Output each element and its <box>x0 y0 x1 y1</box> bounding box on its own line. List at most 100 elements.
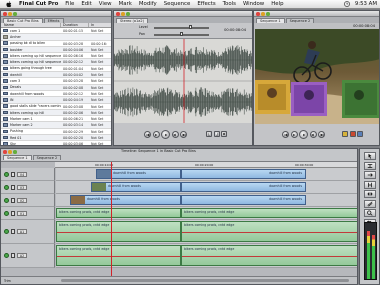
clock-icon[interactable] <box>343 1 350 7</box>
menu-view[interactable]: View <box>99 1 112 7</box>
audio-waveform[interactable] <box>114 39 252 123</box>
minimize-icon[interactable] <box>121 12 125 16</box>
zoom-icon[interactable] <box>13 12 17 16</box>
previous-edit-icon[interactable] <box>144 131 151 138</box>
track-lane[interactable]: bikers coming prods, cntd edge bikers com… <box>56 207 357 220</box>
audio-clip[interactable]: bikers coming prods, cntd edge <box>56 221 181 242</box>
track-select-tool-icon[interactable] <box>363 171 376 179</box>
menu-mark[interactable]: Mark <box>119 1 132 7</box>
track-lock-icon[interactable] <box>11 197 15 203</box>
close-icon[interactable] <box>3 12 7 16</box>
track-lock-icon[interactable] <box>11 229 15 234</box>
audio-level-line[interactable] <box>57 256 180 258</box>
replace-icon[interactable] <box>357 131 363 137</box>
tab-sequence-1[interactable]: Sequence 1 <box>3 155 32 160</box>
column-in[interactable]: In <box>89 23 111 27</box>
edit-select-tool-icon[interactable] <box>363 161 376 170</box>
selection-tool-icon[interactable] <box>363 152 376 160</box>
canvas-timecode[interactable]: 00:00:08:04 <box>353 24 375 28</box>
play-in-out-icon[interactable] <box>290 131 298 138</box>
canvas-titlebar[interactable] <box>254 11 379 17</box>
previous-edit-icon[interactable] <box>282 131 289 138</box>
video-clip[interactable]: downhill from woods <box>181 169 306 179</box>
mark-out-icon[interactable] <box>213 131 220 137</box>
track-name[interactable]: V3 <box>17 184 27 190</box>
track-lock-icon[interactable] <box>11 253 15 258</box>
viewer-timecode[interactable]: 00:00:08:04 <box>224 28 246 32</box>
track-visibility-icon[interactable] <box>4 171 9 177</box>
track-lane[interactable]: downhill from woods downhill from woods <box>56 181 357 194</box>
tab-sequence-1[interactable]: Sequence 1 <box>256 18 285 23</box>
track-visibility-icon[interactable] <box>4 253 9 258</box>
track-visibility-icon[interactable] <box>4 210 9 216</box>
playhead[interactable] <box>111 162 112 276</box>
zoom-icon[interactable] <box>126 12 130 16</box>
zoom-icon[interactable] <box>13 150 17 154</box>
video-clip[interactable]: downhill from woods <box>181 182 306 192</box>
track-lock-icon[interactable] <box>11 184 15 190</box>
track-name[interactable]: V2 <box>17 197 27 203</box>
razor-tool-icon[interactable] <box>363 199 376 208</box>
menu-tools[interactable]: Tools <box>223 1 236 7</box>
menu-edit[interactable]: Edit <box>81 1 91 7</box>
track-lane[interactable]: downhill from woods downhill from woods <box>56 194 357 207</box>
menu-modify[interactable]: Modify <box>139 1 157 7</box>
audio-clip[interactable]: bikers coming prods, cntd edge <box>56 245 181 266</box>
audio-level-line[interactable] <box>57 232 180 234</box>
overwrite-icon[interactable] <box>342 131 348 137</box>
pan-slider-knob[interactable] <box>180 32 183 36</box>
track-lane[interactable]: bikers coming prods, cntd edge bikers com… <box>56 220 357 244</box>
video-clip[interactable]: downhill from woods <box>181 195 306 205</box>
menu-app-name[interactable]: Final Cut Pro <box>19 1 58 7</box>
track-visibility-icon[interactable] <box>4 229 9 234</box>
zoom-icon[interactable] <box>266 12 270 16</box>
audio-level-line[interactable] <box>182 256 357 258</box>
close-icon[interactable] <box>256 12 260 16</box>
track-name[interactable]: A1 <box>17 229 27 234</box>
minimize-icon[interactable] <box>261 12 265 16</box>
audio-level-line[interactable] <box>182 232 357 234</box>
track-lane[interactable]: downhill from woods downhill from woods <box>56 168 357 181</box>
play-button[interactable] <box>299 130 308 139</box>
track-name[interactable]: A2 <box>17 253 27 258</box>
apple-menu-icon[interactable] <box>5 0 13 8</box>
close-icon[interactable] <box>3 150 7 154</box>
track-visibility-icon[interactable] <box>4 184 9 190</box>
video-clip[interactable]: bikers coming prods, cntd edge <box>56 208 181 218</box>
slip-tool-icon[interactable] <box>363 190 376 198</box>
close-icon[interactable] <box>116 12 120 16</box>
menubar-clock[interactable]: 9:53 AM <box>355 1 377 7</box>
track-lock-icon[interactable] <box>11 171 15 177</box>
play-around-icon[interactable] <box>171 131 179 138</box>
column-duration[interactable]: Duration <box>61 23 89 27</box>
roll-tool-icon[interactable] <box>363 180 376 189</box>
video-clip[interactable]: downhill from woods <box>96 169 181 179</box>
next-edit-icon[interactable] <box>180 131 187 138</box>
play-button[interactable] <box>161 130 170 139</box>
marker-icon[interactable] <box>221 131 227 137</box>
track-visibility-icon[interactable] <box>4 197 9 203</box>
video-clip[interactable]: downhill from woods <box>70 195 181 205</box>
audio-clip[interactable]: bikers coming prods, cntd edge <box>181 245 357 266</box>
minimize-icon[interactable] <box>8 12 12 16</box>
mark-in-icon[interactable] <box>206 131 212 137</box>
video-clip[interactable]: downhill from woods <box>91 182 181 192</box>
zoom-tool-icon[interactable] <box>363 209 376 217</box>
level-slider[interactable] <box>154 27 209 29</box>
tab-sequence-2[interactable]: Sequence 2 <box>32 155 62 160</box>
video-clip[interactable]: bikers coming prods, cntd edge <box>181 208 357 218</box>
menu-window[interactable]: Window <box>243 1 264 7</box>
play-around-icon[interactable] <box>309 131 317 138</box>
menu-sequence[interactable]: Sequence <box>164 1 191 7</box>
tab-sequence-2[interactable]: Sequence 2 <box>285 18 315 23</box>
menu-effects[interactable]: Effects <box>197 1 215 7</box>
viewer-titlebar[interactable] <box>114 11 252 17</box>
menu-file[interactable]: File <box>65 1 74 7</box>
play-in-out-icon[interactable] <box>152 131 160 138</box>
next-edit-icon[interactable] <box>318 131 325 138</box>
insert-icon[interactable] <box>349 131 356 137</box>
track-name[interactable]: V4 <box>17 171 27 177</box>
track-name[interactable]: V1 <box>17 210 27 216</box>
audio-clip[interactable]: bikers coming prods, cntd edge <box>181 221 357 242</box>
browser-row[interactable]: Sky 00:00:03:06 Not Set <box>1 141 111 145</box>
